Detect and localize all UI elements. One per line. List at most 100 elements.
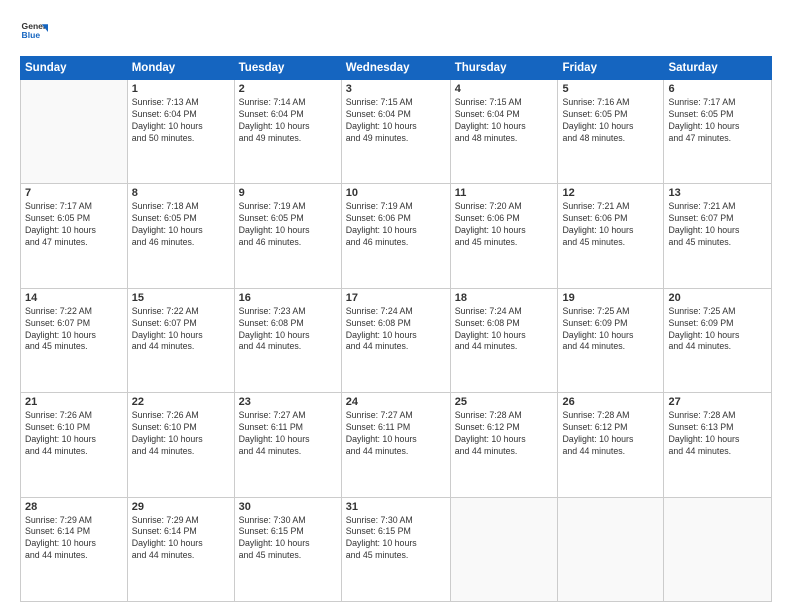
weekday-header-cell: Thursday: [450, 57, 558, 80]
day-info: Sunrise: 7:13 AM Sunset: 6:04 PM Dayligh…: [132, 97, 230, 145]
day-info: Sunrise: 7:18 AM Sunset: 6:05 PM Dayligh…: [132, 201, 230, 249]
calendar-day-cell: 10Sunrise: 7:19 AM Sunset: 6:06 PM Dayli…: [341, 184, 450, 288]
day-info: Sunrise: 7:23 AM Sunset: 6:08 PM Dayligh…: [239, 306, 337, 354]
weekday-header-cell: Saturday: [664, 57, 772, 80]
calendar-day-cell: 9 Sunrise: 7:19 AM Sunset: 6:05 PM Daylig…: [234, 184, 341, 288]
logo-icon: General Blue: [20, 18, 48, 46]
calendar-week-row: 28Sunrise: 7:29 AM Sunset: 6:14 PM Dayli…: [21, 497, 772, 601]
day-info: Sunrise: 7:28 AM Sunset: 6:12 PM Dayligh…: [562, 410, 659, 458]
day-info: Sunrise: 7:30 AM Sunset: 6:15 PM Dayligh…: [239, 515, 337, 563]
page-header: General Blue: [20, 18, 772, 46]
day-info: Sunrise: 7:26 AM Sunset: 6:10 PM Dayligh…: [25, 410, 123, 458]
day-number: 30: [239, 501, 337, 513]
day-info: Sunrise: 7:24 AM Sunset: 6:08 PM Dayligh…: [346, 306, 446, 354]
day-info: Sunrise: 7:29 AM Sunset: 6:14 PM Dayligh…: [132, 515, 230, 563]
calendar-day-cell: 4 Sunrise: 7:15 AM Sunset: 6:04 PM Daylig…: [450, 80, 558, 184]
day-number: 29: [132, 501, 230, 513]
calendar-day-cell: 13Sunrise: 7:21 AM Sunset: 6:07 PM Dayli…: [664, 184, 772, 288]
logo: General Blue: [20, 18, 48, 46]
day-info: Sunrise: 7:28 AM Sunset: 6:13 PM Dayligh…: [668, 410, 767, 458]
day-number: 18: [455, 292, 554, 304]
calendar-day-cell: 5 Sunrise: 7:16 AM Sunset: 6:05 PM Daylig…: [558, 80, 664, 184]
calendar-day-cell: [558, 497, 664, 601]
calendar-day-cell: 20 Sunrise: 7:25 AM Sunset: 6:09 PM Dayli…: [664, 288, 772, 392]
day-info: Sunrise: 7:30 AM Sunset: 6:15 PM Dayligh…: [346, 515, 446, 563]
day-info: Sunrise: 7:25 AM Sunset: 6:09 PM Dayligh…: [668, 306, 767, 354]
day-info: Sunrise: 7:27 AM Sunset: 6:11 PM Dayligh…: [346, 410, 446, 458]
day-number: 25: [455, 396, 554, 408]
svg-text:Blue: Blue: [22, 30, 41, 40]
calendar-day-cell: 26 Sunrise: 7:28 AM Sunset: 6:12 PM Dayli…: [558, 393, 664, 497]
day-info: Sunrise: 7:16 AM Sunset: 6:05 PM Dayligh…: [562, 97, 659, 145]
calendar-day-cell: 30 Sunrise: 7:30 AM Sunset: 6:15 PM Dayli…: [234, 497, 341, 601]
calendar-day-cell: 24 Sunrise: 7:27 AM Sunset: 6:11 PM Dayli…: [341, 393, 450, 497]
day-number: 20: [668, 292, 767, 304]
calendar-day-cell: 17Sunrise: 7:24 AM Sunset: 6:08 PM Dayli…: [341, 288, 450, 392]
day-info: Sunrise: 7:29 AM Sunset: 6:14 PM Dayligh…: [25, 515, 123, 563]
day-number: 7: [25, 187, 123, 199]
day-number: 5: [562, 83, 659, 95]
calendar-day-cell: 12Sunrise: 7:21 AM Sunset: 6:06 PM Dayli…: [558, 184, 664, 288]
calendar-day-cell: 25 Sunrise: 7:28 AM Sunset: 6:12 PM Dayli…: [450, 393, 558, 497]
calendar-day-cell: [21, 80, 128, 184]
calendar-week-row: 21 Sunrise: 7:26 AM Sunset: 6:10 PM Dayli…: [21, 393, 772, 497]
calendar-body: 1 Sunrise: 7:13 AM Sunset: 6:04 PM Daylig…: [21, 80, 772, 602]
day-number: 26: [562, 396, 659, 408]
day-info: Sunrise: 7:15 AM Sunset: 6:04 PM Dayligh…: [455, 97, 554, 145]
day-info: Sunrise: 7:22 AM Sunset: 6:07 PM Dayligh…: [132, 306, 230, 354]
day-number: 19: [562, 292, 659, 304]
weekday-header-cell: Wednesday: [341, 57, 450, 80]
day-info: Sunrise: 7:20 AM Sunset: 6:06 PM Dayligh…: [455, 201, 554, 249]
day-number: 6: [668, 83, 767, 95]
weekday-header-cell: Friday: [558, 57, 664, 80]
day-number: 13: [668, 187, 767, 199]
calendar-day-cell: 7 Sunrise: 7:17 AM Sunset: 6:05 PM Daylig…: [21, 184, 128, 288]
weekday-header-cell: Sunday: [21, 57, 128, 80]
calendar-day-cell: 29 Sunrise: 7:29 AM Sunset: 6:14 PM Dayli…: [127, 497, 234, 601]
weekday-header-cell: Tuesday: [234, 57, 341, 80]
calendar-day-cell: 27 Sunrise: 7:28 AM Sunset: 6:13 PM Dayli…: [664, 393, 772, 497]
day-number: 31: [346, 501, 446, 513]
day-number: 24: [346, 396, 446, 408]
day-info: Sunrise: 7:15 AM Sunset: 6:04 PM Dayligh…: [346, 97, 446, 145]
calendar-day-cell: 2Sunrise: 7:14 AM Sunset: 6:04 PM Daylig…: [234, 80, 341, 184]
day-info: Sunrise: 7:22 AM Sunset: 6:07 PM Dayligh…: [25, 306, 123, 354]
calendar-day-cell: 19 Sunrise: 7:25 AM Sunset: 6:09 PM Dayli…: [558, 288, 664, 392]
calendar-day-cell: 21 Sunrise: 7:26 AM Sunset: 6:10 PM Dayli…: [21, 393, 128, 497]
day-number: 15: [132, 292, 230, 304]
day-number: 27: [668, 396, 767, 408]
day-info: Sunrise: 7:17 AM Sunset: 6:05 PM Dayligh…: [668, 97, 767, 145]
day-info: Sunrise: 7:21 AM Sunset: 6:06 PM Dayligh…: [562, 201, 659, 249]
day-info: Sunrise: 7:28 AM Sunset: 6:12 PM Dayligh…: [455, 410, 554, 458]
day-number: 11: [455, 187, 554, 199]
calendar-day-cell: 14 Sunrise: 7:22 AM Sunset: 6:07 PM Dayli…: [21, 288, 128, 392]
day-number: 3: [346, 83, 446, 95]
day-number: 2: [239, 83, 337, 95]
day-info: Sunrise: 7:19 AM Sunset: 6:06 PM Dayligh…: [346, 201, 446, 249]
calendar-week-row: 1 Sunrise: 7:13 AM Sunset: 6:04 PM Daylig…: [21, 80, 772, 184]
day-number: 14: [25, 292, 123, 304]
calendar-day-cell: 18 Sunrise: 7:24 AM Sunset: 6:08 PM Dayli…: [450, 288, 558, 392]
day-info: Sunrise: 7:19 AM Sunset: 6:05 PM Dayligh…: [239, 201, 337, 249]
calendar-week-row: 14 Sunrise: 7:22 AM Sunset: 6:07 PM Dayli…: [21, 288, 772, 392]
weekday-header-row: SundayMondayTuesdayWednesdayThursdayFrid…: [21, 57, 772, 80]
day-info: Sunrise: 7:17 AM Sunset: 6:05 PM Dayligh…: [25, 201, 123, 249]
day-number: 8: [132, 187, 230, 199]
day-number: 21: [25, 396, 123, 408]
day-number: 9: [239, 187, 337, 199]
calendar-day-cell: [450, 497, 558, 601]
calendar-day-cell: 6 Sunrise: 7:17 AM Sunset: 6:05 PM Daylig…: [664, 80, 772, 184]
calendar-day-cell: 3 Sunrise: 7:15 AM Sunset: 6:04 PM Daylig…: [341, 80, 450, 184]
day-number: 1: [132, 83, 230, 95]
day-number: 4: [455, 83, 554, 95]
day-info: Sunrise: 7:24 AM Sunset: 6:08 PM Dayligh…: [455, 306, 554, 354]
day-number: 23: [239, 396, 337, 408]
calendar-day-cell: 11 Sunrise: 7:20 AM Sunset: 6:06 PM Dayli…: [450, 184, 558, 288]
calendar-day-cell: 28Sunrise: 7:29 AM Sunset: 6:14 PM Dayli…: [21, 497, 128, 601]
calendar-day-cell: [664, 497, 772, 601]
calendar-day-cell: 23 Sunrise: 7:27 AM Sunset: 6:11 PM Dayli…: [234, 393, 341, 497]
calendar-day-cell: 16Sunrise: 7:23 AM Sunset: 6:08 PM Dayli…: [234, 288, 341, 392]
calendar-day-cell: 31 Sunrise: 7:30 AM Sunset: 6:15 PM Dayli…: [341, 497, 450, 601]
day-info: Sunrise: 7:25 AM Sunset: 6:09 PM Dayligh…: [562, 306, 659, 354]
day-info: Sunrise: 7:27 AM Sunset: 6:11 PM Dayligh…: [239, 410, 337, 458]
